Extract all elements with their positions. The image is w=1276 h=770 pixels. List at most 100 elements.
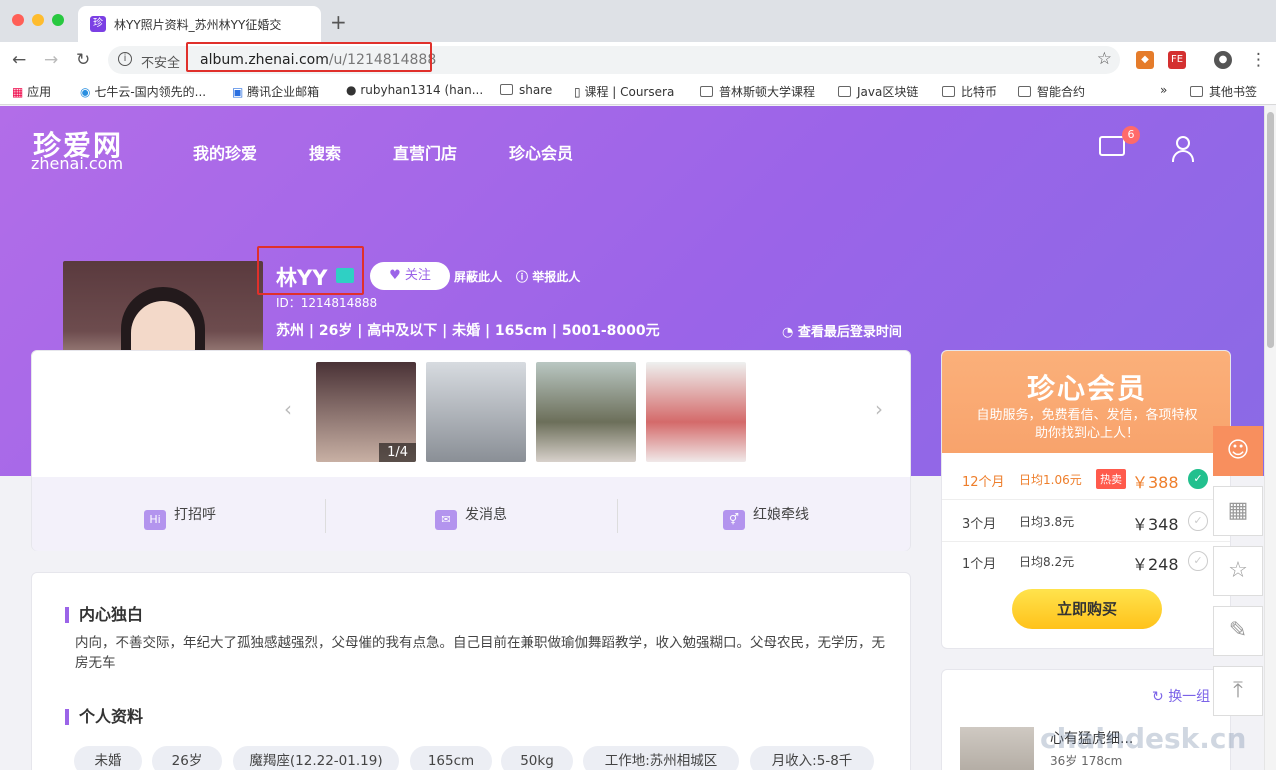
profile-icon[interactable]: ● [1214, 51, 1232, 69]
bookmarks-bar: ▦ 应用 ◉ 七牛云-国内领先的... ▣ 腾讯企业邮箱 ● rubyhan13… [0, 78, 1276, 105]
page-scrollbar[interactable] [1264, 106, 1276, 770]
address-bar[interactable]: i 不安全 album.zhenai.com/u/1214814888 ☆ [108, 42, 1120, 74]
name-highlight-box [257, 246, 364, 295]
divider [617, 499, 618, 533]
plan-3-months[interactable]: 3个月 日均3.8元 ￥348 ✓ [962, 511, 1212, 534]
heart-icon: ♥ [389, 268, 401, 283]
info-tag: 工作地:苏州相城区 [583, 746, 739, 770]
divider [942, 541, 1230, 542]
block-user-link[interactable]: 屏蔽此人 [454, 268, 502, 285]
nav-search[interactable]: 搜索 [309, 140, 341, 164]
nav-vip[interactable]: 珍心会员 [509, 140, 573, 164]
refresh-group-button[interactable]: ↻ 换一组 [1152, 686, 1210, 706]
bookmark-princeton[interactable]: 普林斯顿大学课程 [700, 83, 815, 100]
message-icon[interactable] [1099, 136, 1125, 156]
back-to-top-button[interactable]: ⤒ [1213, 666, 1263, 716]
bookmark-share[interactable]: share [500, 83, 552, 97]
clock-user-icon: ◔ [782, 325, 794, 340]
send-message-button[interactable]: ✉ 发消息 [435, 504, 507, 530]
info-title: 个人资料 [65, 709, 143, 725]
info-tag: 26岁 [152, 746, 222, 770]
menu-dots-icon[interactable]: ⋮ [1250, 50, 1267, 70]
recommend-avatar[interactable] [960, 727, 1034, 770]
divider [942, 499, 1230, 500]
about-card: 内心独白 内向，不善交际，年纪大了孤独感越强烈，父母催的我有点急。自己目前在兼职… [31, 572, 911, 770]
headset-icon: ☺ [1226, 438, 1250, 463]
bookmark-apps[interactable]: ▦ 应用 [12, 83, 51, 100]
browser-tab-bar: 珍 林YY照片资料_苏州林YY征婚交 + [0, 0, 1276, 42]
info-tag: 月收入:5-8千 [750, 746, 874, 770]
scrollbar-thumb[interactable] [1267, 112, 1274, 348]
browser-tab[interactable]: 珍 林YY照片资料_苏州林YY征婚交 [78, 6, 321, 42]
maximize-window-button[interactable] [52, 14, 64, 26]
refresh-icon: ↻ [1152, 689, 1164, 705]
favorite-button[interactable]: ☆ [1213, 546, 1263, 596]
matchmaker-button[interactable]: ⚥ 红娘牵线 [723, 504, 809, 530]
photo-thumb[interactable]: 1/4 [316, 362, 416, 462]
hot-badge: 热卖 [1096, 469, 1126, 489]
new-tab-button[interactable]: + [330, 10, 347, 34]
folder-icon [838, 86, 851, 97]
url-highlight-box [186, 42, 432, 72]
report-user-link[interactable]: ⓘ 举报此人 [516, 268, 580, 285]
envelope-icon: ✉ [435, 510, 457, 530]
forward-arrow-icon[interactable]: → [44, 50, 58, 70]
customer-service-button[interactable]: ☺ [1213, 426, 1263, 476]
bookmark-bitcoin[interactable]: 比特币 [942, 83, 997, 100]
arrow-up-icon: ⤒ [1233, 678, 1243, 703]
info-tag: 未婚 [74, 746, 142, 770]
bookmarks-overflow-button[interactable]: » [1160, 83, 1167, 97]
plan-1-month[interactable]: 1个月 日均8.2元 ￥248 ✓ [962, 551, 1212, 574]
qr-code-button[interactable]: ▦ [1213, 486, 1263, 536]
folder-icon [942, 86, 955, 97]
user-icon[interactable] [1172, 136, 1194, 162]
message-count-badge: 6 [1122, 126, 1140, 144]
bookmark-exmail[interactable]: ▣ 腾讯企业邮箱 [232, 83, 319, 100]
follow-button[interactable]: ♥ 关注 [370, 262, 450, 290]
check-icon: ✓ [1188, 551, 1208, 571]
nav-stores[interactable]: 直营门店 [393, 140, 457, 164]
photo-card: ‹ 1/4 › Hi 打招呼 ✉ 发消息 ⚥ 红娘牵线 [31, 350, 911, 551]
info-tag: 50kg [501, 746, 573, 770]
buy-now-button[interactable]: 立即购买 [1012, 589, 1162, 629]
bookmark-smart-contract[interactable]: 智能合约 [1018, 83, 1085, 100]
last-login-link[interactable]: ◔ 查看最后登录时间 [782, 321, 902, 340]
bookmark-qiniu[interactable]: ◉ 七牛云-国内领先的... [80, 83, 206, 100]
browser-toolbar: ← → ↻ i 不安全 album.zhenai.com/u/121481488… [0, 42, 1276, 78]
photo-thumb[interactable] [646, 362, 746, 462]
bookmark-coursera[interactable]: ▯ 课程 | Coursera [574, 83, 674, 100]
nav-my-zhenai[interactable]: 我的珍爱 [193, 140, 257, 164]
bookmark-java-blockchain[interactable]: Java区块链 [838, 83, 918, 100]
bookmark-star-icon[interactable]: ☆ [1097, 49, 1112, 69]
check-icon: ✓ [1188, 511, 1208, 531]
folder-icon [500, 84, 513, 95]
say-hi-button[interactable]: Hi 打招呼 [144, 504, 216, 530]
gender-icon: ⚥ [723, 510, 745, 530]
monologue-text: 内向，不善交际，年纪大了孤独感越强烈，父母催的我有点急。自己目前在兼职做瑜伽舞蹈… [75, 635, 885, 671]
bookmark-other[interactable]: 其他书签 [1190, 83, 1257, 100]
info-tag: 魔羯座(12.22-01.19) [233, 746, 399, 770]
info-icon[interactable]: i [118, 52, 132, 66]
folder-icon [1190, 86, 1203, 97]
star-icon: ☆ [1228, 558, 1248, 583]
photo-thumb[interactable] [426, 362, 526, 462]
back-arrow-icon[interactable]: ← [12, 50, 26, 70]
bookmark-github[interactable]: ● rubyhan1314 (han... [346, 83, 483, 97]
plan-12-months[interactable]: 12个月 日均1.06元 热卖 ￥388 ✓ [962, 469, 1212, 492]
minimize-window-button[interactable] [32, 14, 44, 26]
photo-thumb[interactable] [536, 362, 636, 462]
profile-id: ID：1214814888 [276, 296, 378, 310]
photo-counter: 1/4 [379, 443, 416, 462]
close-window-button[interactable] [12, 14, 24, 26]
vip-banner: 珍心会员 自助服务，免费看信、发信，各项特权 助你找到心上人！ [942, 351, 1230, 453]
next-photo-chevron-icon[interactable]: › [875, 397, 883, 421]
site-logo-domain[interactable]: zhenai.com [31, 154, 123, 173]
qr-code-icon: ▦ [1227, 498, 1249, 523]
reload-icon[interactable]: ↻ [76, 50, 90, 70]
vip-subtitle: 自助服务，免费看信、发信，各项特权 助你找到心上人！ [976, 408, 1198, 441]
vip-title: 珍心会员 [1026, 372, 1147, 405]
fe-extension-icon[interactable]: FE [1168, 51, 1186, 69]
prev-photo-chevron-icon[interactable]: ‹ [284, 397, 292, 421]
feedback-button[interactable]: ✎ [1213, 606, 1263, 656]
metamask-extension-icon[interactable]: ◆ [1136, 51, 1154, 69]
